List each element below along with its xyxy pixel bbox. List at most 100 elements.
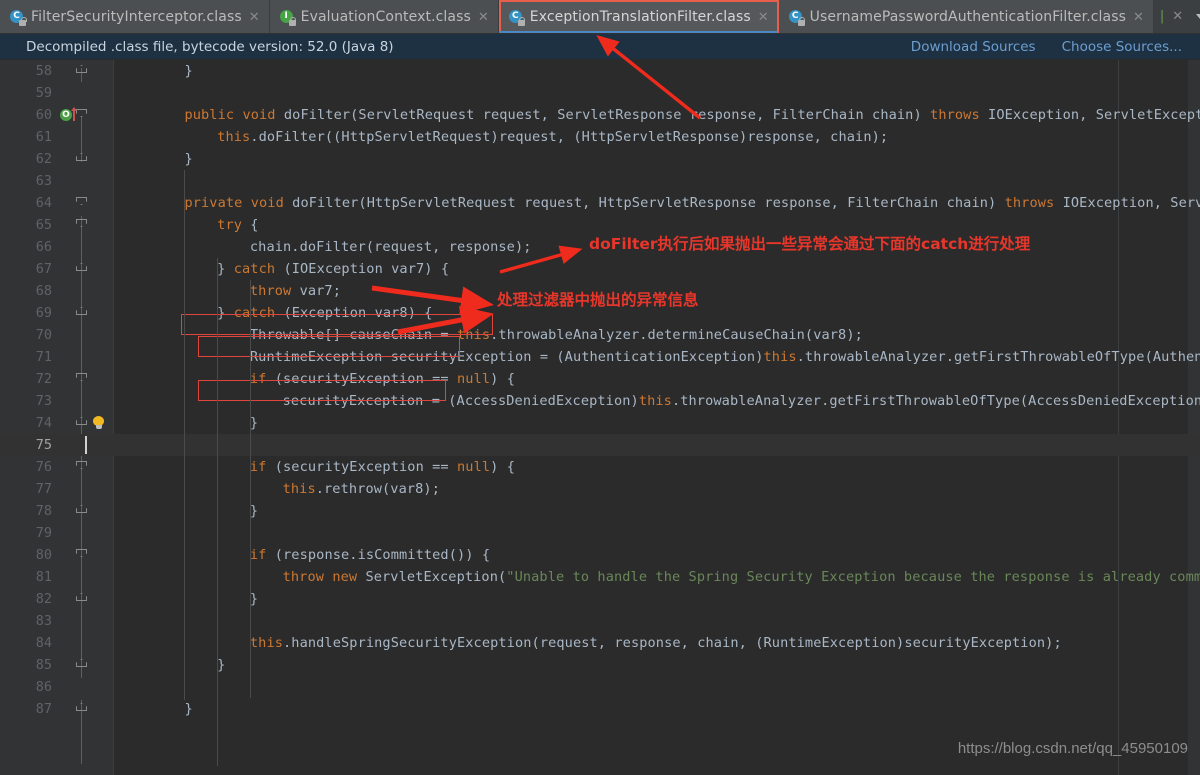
fold-collapse-icon[interactable] (76, 703, 87, 715)
code-line[interactable]: 80 if (response.isCommitted()) { (0, 544, 1200, 566)
editor-tab-usernamepasswordauthenticationfilter[interactable]: C UsernamePasswordAuthenticationFilter.c… (778, 0, 1154, 33)
code-text: throw new ServletException("Unable to ha… (282, 569, 1200, 585)
code-line[interactable]: 73 securityException = (AccessDeniedExcep… (0, 390, 1200, 412)
line-number: 72 (35, 371, 52, 387)
fold-expand-icon[interactable] (76, 219, 87, 231)
code-lines[interactable]: 58} 59 60 Opublic void doFilter(ServletRequ… (0, 60, 1200, 720)
decompiled-notification-bar: Decompiled .class file, bytecode version… (0, 34, 1200, 60)
line-number: 87 (35, 701, 52, 717)
fold-collapse-icon[interactable] (76, 307, 87, 319)
fold-collapse-icon[interactable] (76, 65, 87, 77)
code-text: if (response.isCommitted()) { (249, 547, 491, 563)
pin-indicator-icon: | (1159, 9, 1165, 24)
code-line[interactable]: 60 Opublic void doFilter(ServletRequest r… (0, 104, 1200, 126)
code-line[interactable]: 70 Throwable[] causeChain = this.throwabl… (0, 324, 1200, 346)
code-line[interactable]: 77 this.rethrow(var8); (0, 478, 1200, 500)
code-line[interactable]: 58} (0, 60, 1200, 82)
line-number: 68 (35, 283, 52, 299)
code-text: } (184, 701, 193, 717)
code-line[interactable]: 78} (0, 500, 1200, 522)
line-number: 67 (35, 261, 52, 277)
code-line[interactable]: 83 (0, 610, 1200, 632)
fold-collapse-icon[interactable] (76, 505, 87, 517)
code-line[interactable]: 61 this.doFilter((HttpServletRequest)requ… (0, 126, 1200, 148)
chevron-down-icon[interactable] (1196, 14, 1200, 19)
line-number: 82 (35, 591, 52, 607)
code-line[interactable]: 74} (0, 412, 1200, 434)
line-number: 85 (35, 657, 52, 673)
line-number: 62 (35, 151, 52, 167)
line-number: 66 (35, 239, 52, 255)
close-icon[interactable]: ✕ (1171, 10, 1184, 23)
code-line[interactable]: 81 throw new ServletException("Unable to … (0, 566, 1200, 588)
line-number: 75 (35, 437, 52, 453)
editor-tab-evaluationcontext[interactable]: I EvaluationContext.class ✕ (269, 0, 499, 33)
fold-collapse-icon[interactable] (76, 593, 87, 605)
code-text: if (securityException == null) { (249, 459, 515, 475)
code-text: this.rethrow(var8); (282, 481, 440, 497)
watermark: https://blog.csdn.net/qq_45950109 (957, 740, 1188, 757)
tab-label: FilterSecurityInterceptor.class (31, 9, 242, 25)
fold-collapse-icon[interactable] (76, 153, 87, 165)
code-line[interactable]: 84 this.handleSpringSecurityException(req… (0, 632, 1200, 654)
close-icon[interactable]: ✕ (1132, 11, 1145, 24)
code-text: } (217, 657, 226, 673)
code-line[interactable]: 76 if (securityException == null) { (0, 456, 1200, 478)
code-line[interactable]: 71 RuntimeException securityException = (… (0, 346, 1200, 368)
editor-tab-filtersecurityinterceptor[interactable]: C FilterSecurityInterceptor.class ✕ (0, 0, 270, 33)
close-icon[interactable]: ✕ (477, 11, 490, 24)
code-line[interactable]: 79 (0, 522, 1200, 544)
code-text: RuntimeException securityException = (Au… (249, 349, 1200, 365)
tab-label: ExceptionTranslationFilter.class (529, 9, 751, 25)
line-number: 83 (35, 613, 52, 629)
editor-tab-bar: C FilterSecurityInterceptor.class ✕ I Ev… (0, 0, 1200, 34)
code-text: if (securityException == null) { (249, 371, 515, 387)
intention-bulb-icon[interactable] (92, 416, 105, 430)
tab-label: UsernamePasswordAuthenticationFilter.cla… (809, 9, 1126, 25)
tab-label: EvaluationContext.class (300, 9, 471, 25)
close-icon[interactable]: ✕ (248, 11, 261, 24)
editor-tab-exceptiontranslationfilter[interactable]: C ExceptionTranslationFilter.class ✕ (498, 0, 779, 33)
annotation-note-filter-exception: 处理过滤器中抛出的异常信息 (497, 291, 699, 309)
code-text: chain.doFilter(request, response); (249, 239, 532, 255)
close-icon[interactable]: ✕ (757, 11, 770, 24)
fold-expand-icon[interactable] (76, 197, 87, 209)
indent-guide (217, 258, 219, 766)
indent-guide (184, 170, 186, 700)
code-line[interactable]: 59 (0, 82, 1200, 104)
code-line[interactable]: 75 (0, 434, 1200, 456)
code-text: } (184, 151, 193, 167)
fold-expand-icon[interactable] (76, 373, 87, 385)
line-number: 69 (35, 305, 52, 321)
fold-collapse-icon[interactable] (76, 417, 87, 429)
line-number: 86 (35, 679, 52, 695)
fold-expand-icon[interactable] (76, 461, 87, 473)
code-line[interactable]: 72 if (securityException == null) { (0, 368, 1200, 390)
code-text: } (249, 591, 259, 607)
download-sources-link[interactable]: Download Sources (911, 39, 1036, 55)
choose-sources-link[interactable]: Choose Sources... (1062, 39, 1182, 55)
fold-expand-icon[interactable] (76, 549, 87, 561)
indent-guide (249, 280, 251, 698)
java-class-icon: C (788, 9, 806, 26)
idea-editor-window: C FilterSecurityInterceptor.class ✕ I Ev… (0, 0, 1200, 775)
fold-collapse-icon[interactable] (76, 263, 87, 275)
code-line[interactable]: 67} catch (IOException var7) { (0, 258, 1200, 280)
java-class-icon: C (10, 9, 27, 26)
code-editor[interactable]: 58} 59 60 Opublic void doFilter(ServletRequ… (0, 60, 1200, 775)
line-number: 84 (35, 635, 52, 651)
code-line[interactable]: 86 (0, 676, 1200, 698)
code-line[interactable]: 63 (0, 170, 1200, 192)
code-line[interactable]: 87} (0, 698, 1200, 720)
code-text: } (184, 63, 193, 79)
override-method-marker-icon[interactable]: O (60, 107, 80, 122)
code-line[interactable]: 82} (0, 588, 1200, 610)
code-line[interactable]: 64 private void doFilter(HttpServletReque… (0, 192, 1200, 214)
tab-list-controls[interactable] (1190, 0, 1200, 33)
java-interface-icon: I (279, 9, 297, 26)
line-number: 59 (35, 85, 52, 101)
code-line[interactable]: 85} (0, 654, 1200, 676)
code-line[interactable]: 62} (0, 148, 1200, 170)
code-text: Throwable[] causeChain = this.throwableA… (249, 327, 863, 343)
fold-collapse-icon[interactable] (76, 659, 87, 671)
